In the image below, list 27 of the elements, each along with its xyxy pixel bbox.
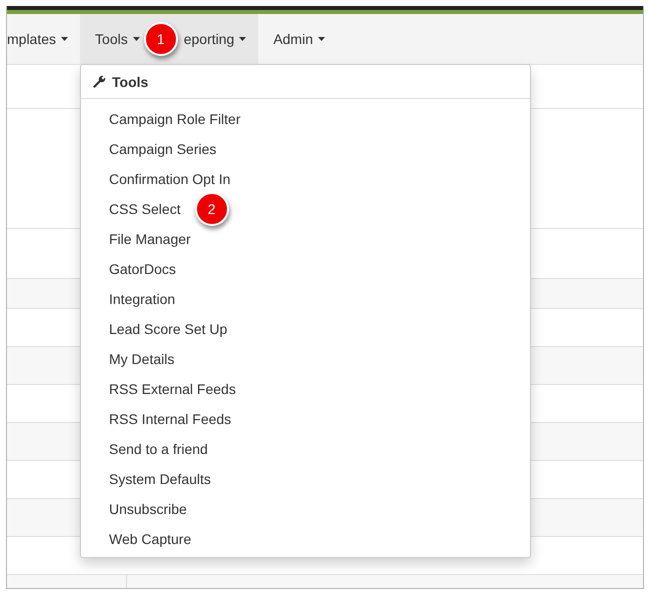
menu-item[interactable]: Web Capture <box>81 524 192 554</box>
menu-item[interactable]: Integration <box>81 284 176 314</box>
caret-icon <box>239 37 246 41</box>
nav-menu-item[interactable]: Tools <box>80 14 144 64</box>
wrench-icon <box>92 74 106 88</box>
menu-item[interactable]: File Manager <box>81 224 191 254</box>
callout-badge: 1 <box>144 22 178 56</box>
menu-item[interactable]: Campaign Role Filter <box>81 104 240 134</box>
menu-item[interactable]: RSS External Feeds <box>81 374 236 404</box>
caret-icon <box>318 37 325 41</box>
nav-menu-item[interactable]: eporting <box>184 14 258 64</box>
dropdown-header: Tools <box>112 74 148 90</box>
menu-item[interactable]: Send to a friend <box>81 434 208 464</box>
nav-menu-item[interactable]: Admin <box>258 14 337 64</box>
menu-item[interactable]: CSS Select <box>81 194 181 224</box>
caret-icon <box>61 37 68 41</box>
menu-item[interactable]: System Defaults <box>81 464 211 494</box>
menu-item[interactable]: RSS Internal Feeds <box>81 404 232 434</box>
menu-item[interactable]: Lead Score Set Up <box>81 314 228 344</box>
callout-badge: 2 <box>194 192 229 226</box>
menu-item[interactable]: My Details <box>81 344 174 374</box>
menu-item[interactable]: Confirmation Opt In <box>81 164 230 194</box>
caret-icon <box>132 37 140 41</box>
nav-menu-item[interactable]: mplates <box>7 14 80 64</box>
menu-item[interactable]: Campaign Series <box>81 134 216 164</box>
menu-item[interactable]: Unsubscribe <box>81 494 187 524</box>
menu-item[interactable]: GatorDocs <box>81 254 176 284</box>
